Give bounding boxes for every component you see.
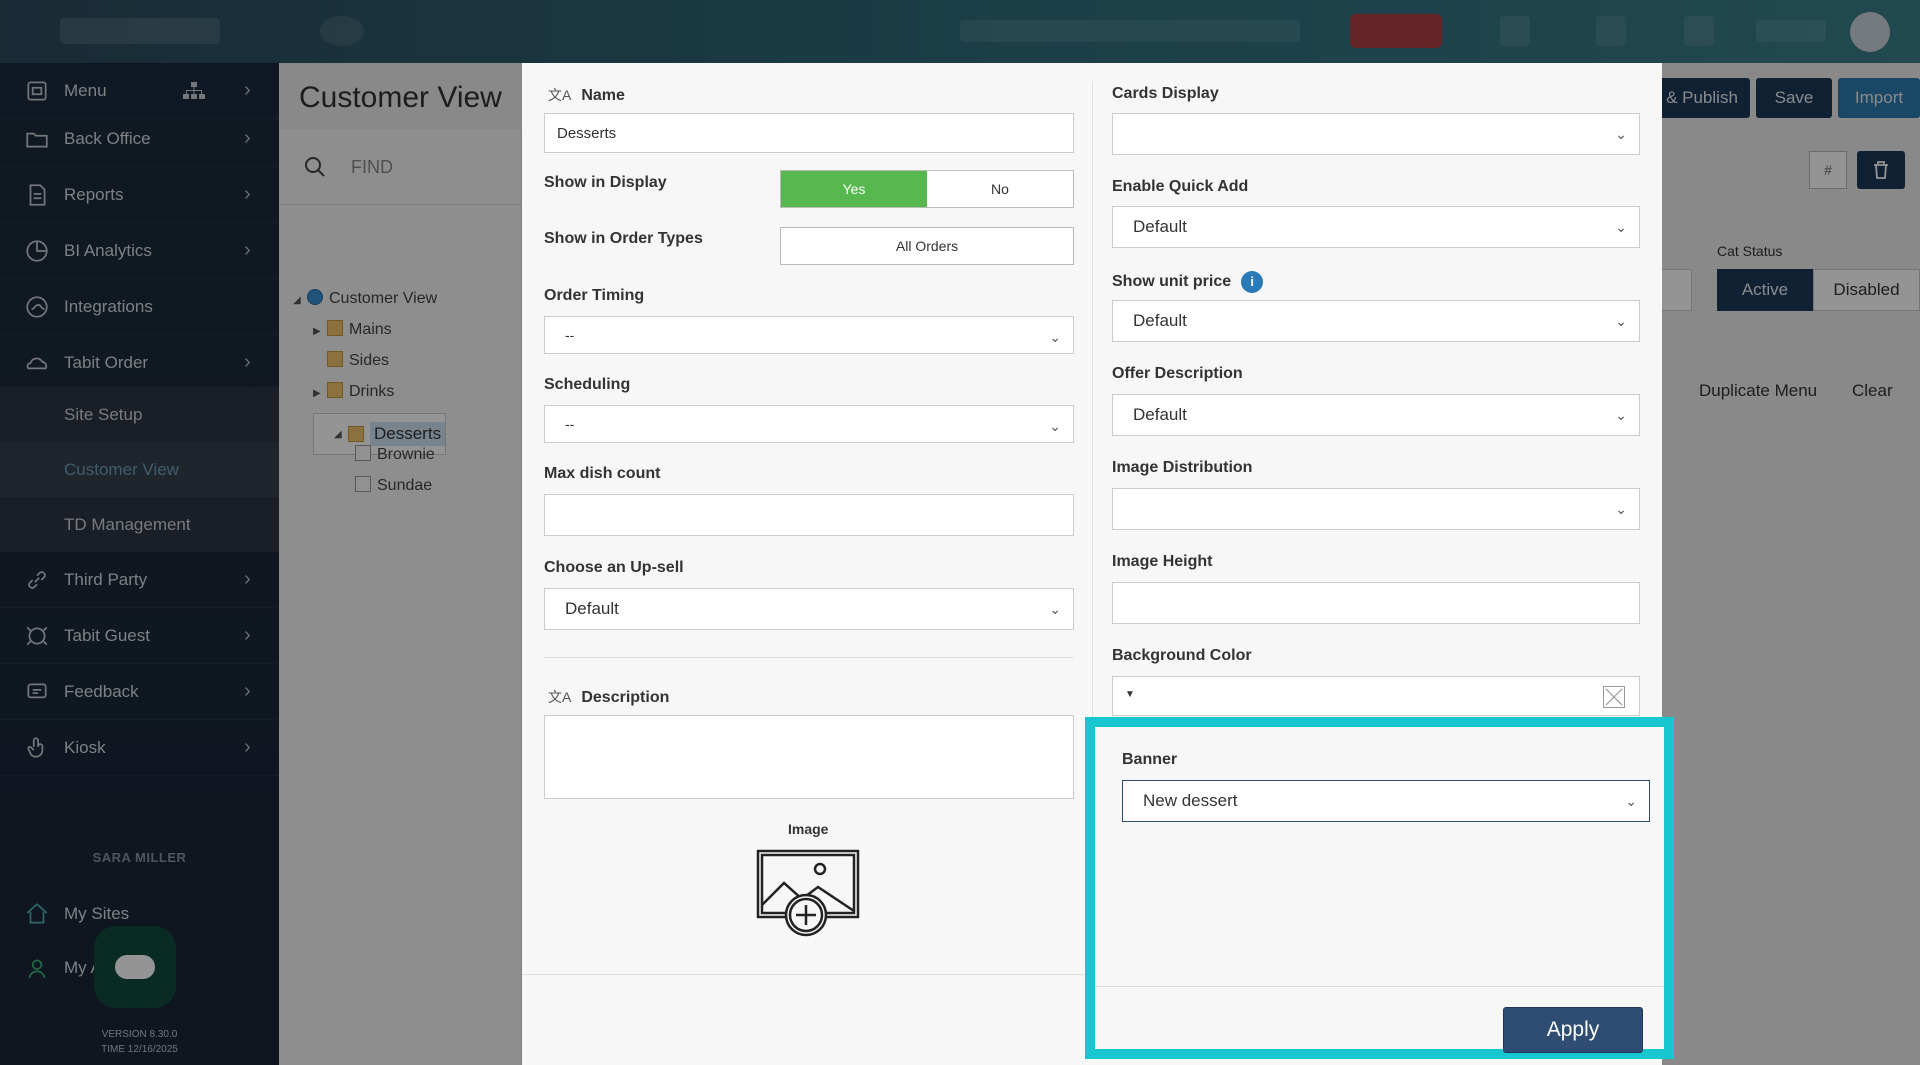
banner-highlight: Banner New dessert ⌄ Apply (1085, 717, 1674, 1059)
background-color-picker[interactable]: ▼ (1112, 676, 1640, 716)
max-dish-label: Max dish count (544, 465, 661, 482)
description-textarea[interactable] (544, 715, 1074, 799)
translate-icon[interactable]: 文A (548, 85, 571, 105)
chevron-down-icon: ⌄ (1615, 219, 1627, 235)
image-height-input[interactable] (1112, 582, 1640, 624)
unit-price-label: Show unit price i (1112, 271, 1264, 293)
footer-divider (1095, 986, 1664, 987)
name-input[interactable]: Desserts (544, 113, 1074, 153)
show-in-display-toggle: Yes No (780, 170, 1074, 208)
section-divider (544, 657, 1074, 658)
chevron-down-icon: ⌄ (1049, 329, 1061, 345)
cards-display-select[interactable]: ⌄ (1112, 113, 1640, 155)
description-label: 文A Description (548, 687, 670, 707)
scheduling-label: Scheduling (544, 376, 631, 393)
banner-label: Banner (1122, 751, 1178, 768)
chevron-down-icon: ⌄ (1615, 501, 1627, 517)
upsell-label: Choose an Up-sell (544, 559, 684, 576)
show-in-display-label: Show in Display (544, 174, 667, 191)
chevron-down-icon: ⌄ (1049, 601, 1061, 617)
no-option[interactable]: No (927, 171, 1073, 207)
max-dish-input[interactable] (544, 494, 1074, 536)
banner-select[interactable]: New dessert ⌄ (1122, 780, 1650, 822)
chevron-down-icon: ⌄ (1049, 418, 1061, 434)
caret-down-icon[interactable]: ▼ (1125, 689, 1135, 700)
chevron-down-icon: ⌄ (1615, 313, 1627, 329)
order-timing-select[interactable]: -- ⌄ (544, 316, 1074, 354)
quick-add-select[interactable]: Default ⌄ (1112, 206, 1640, 248)
upsell-select[interactable]: Default ⌄ (544, 588, 1074, 630)
name-label: 文A Name (548, 85, 625, 105)
image-height-label: Image Height (1112, 553, 1213, 570)
cards-display-label: Cards Display (1112, 85, 1219, 102)
background-color-label: Background Color (1112, 647, 1252, 664)
image-distribution-select[interactable]: ⌄ (1112, 488, 1640, 530)
translate-icon[interactable]: 文A (548, 687, 571, 707)
add-image-icon[interactable] (756, 849, 860, 941)
quick-add-label: Enable Quick Add (1112, 178, 1249, 195)
order-types-button[interactable]: All Orders (780, 227, 1074, 265)
image-distribution-label: Image Distribution (1112, 459, 1253, 476)
clear-color-icon[interactable] (1603, 686, 1625, 708)
order-types-label: Show in Order Types (544, 230, 703, 247)
image-label: Image (788, 821, 829, 837)
yes-option[interactable]: Yes (781, 171, 927, 207)
unit-price-select[interactable]: Default ⌄ (1112, 300, 1640, 342)
footer-divider (522, 974, 1092, 975)
apply-button[interactable]: Apply (1503, 1007, 1643, 1053)
info-icon[interactable]: i (1241, 271, 1264, 293)
order-timing-label: Order Timing (544, 287, 645, 304)
scheduling-select[interactable]: -- ⌄ (544, 405, 1074, 443)
offer-description-label: Offer Description (1112, 365, 1243, 382)
chevron-down-icon: ⌄ (1615, 407, 1627, 423)
chevron-down-icon: ⌄ (1625, 793, 1637, 809)
chevron-down-icon: ⌄ (1615, 126, 1627, 142)
offer-description-select[interactable]: Default ⌄ (1112, 394, 1640, 436)
